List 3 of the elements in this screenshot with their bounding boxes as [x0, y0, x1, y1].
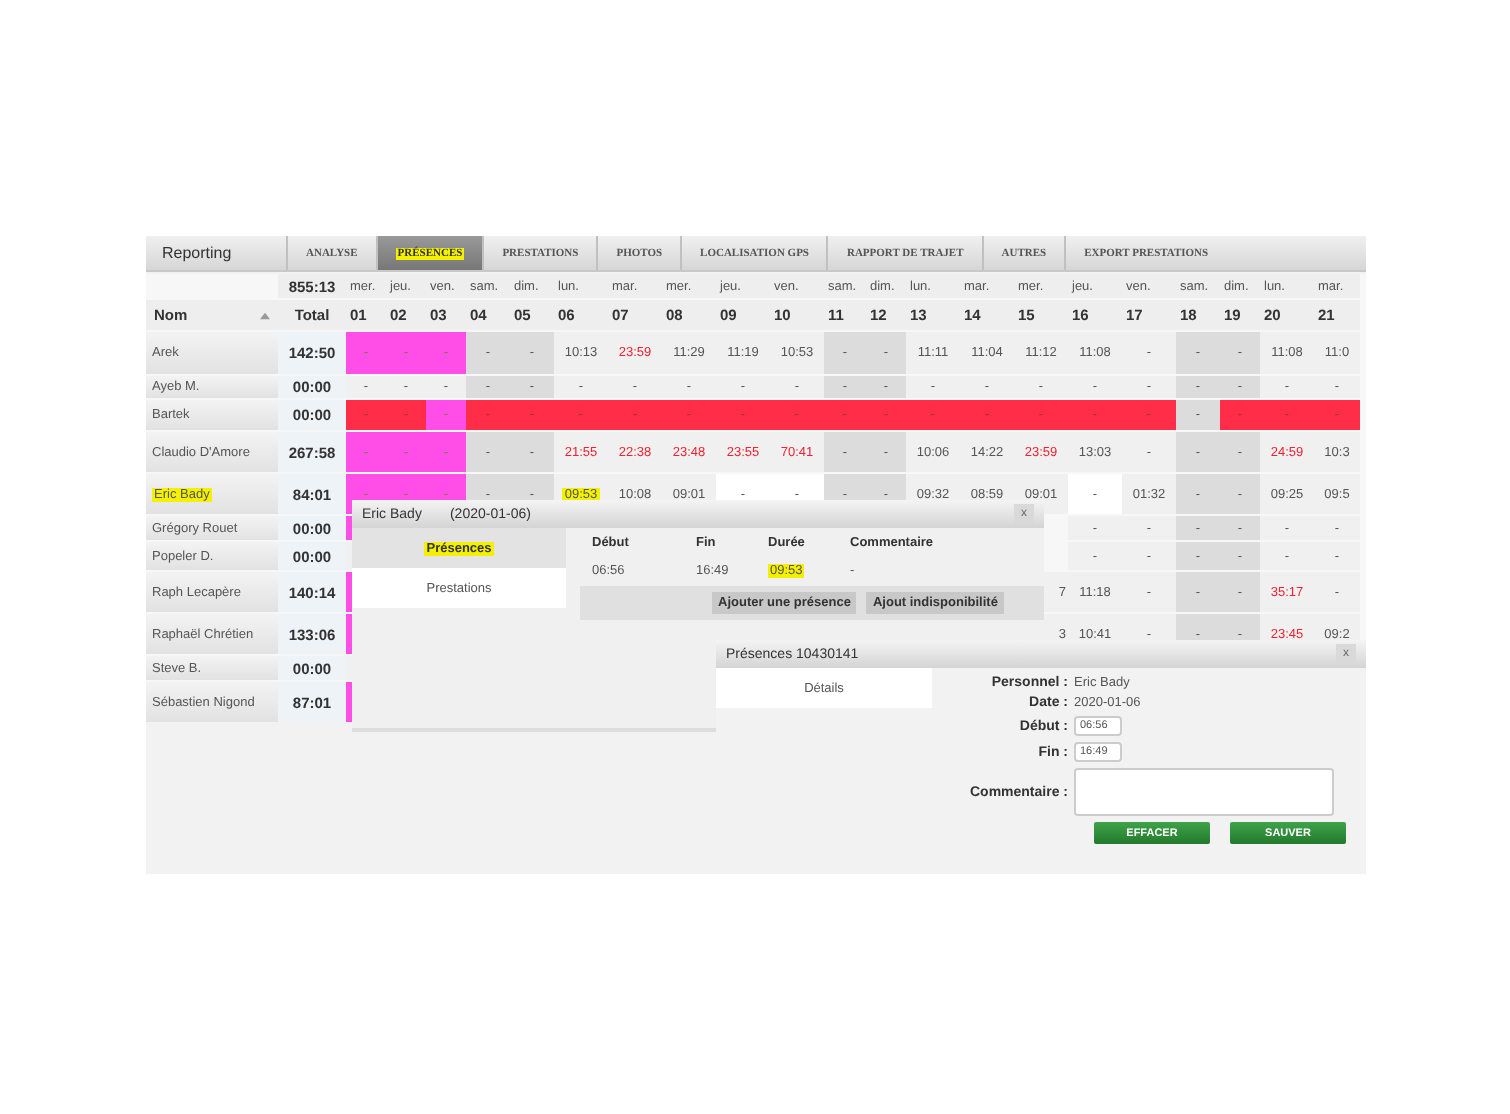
sort-icon[interactable] [260, 311, 270, 319]
app-title: Reporting [160, 242, 234, 266]
comment-field[interactable] [1074, 768, 1334, 816]
